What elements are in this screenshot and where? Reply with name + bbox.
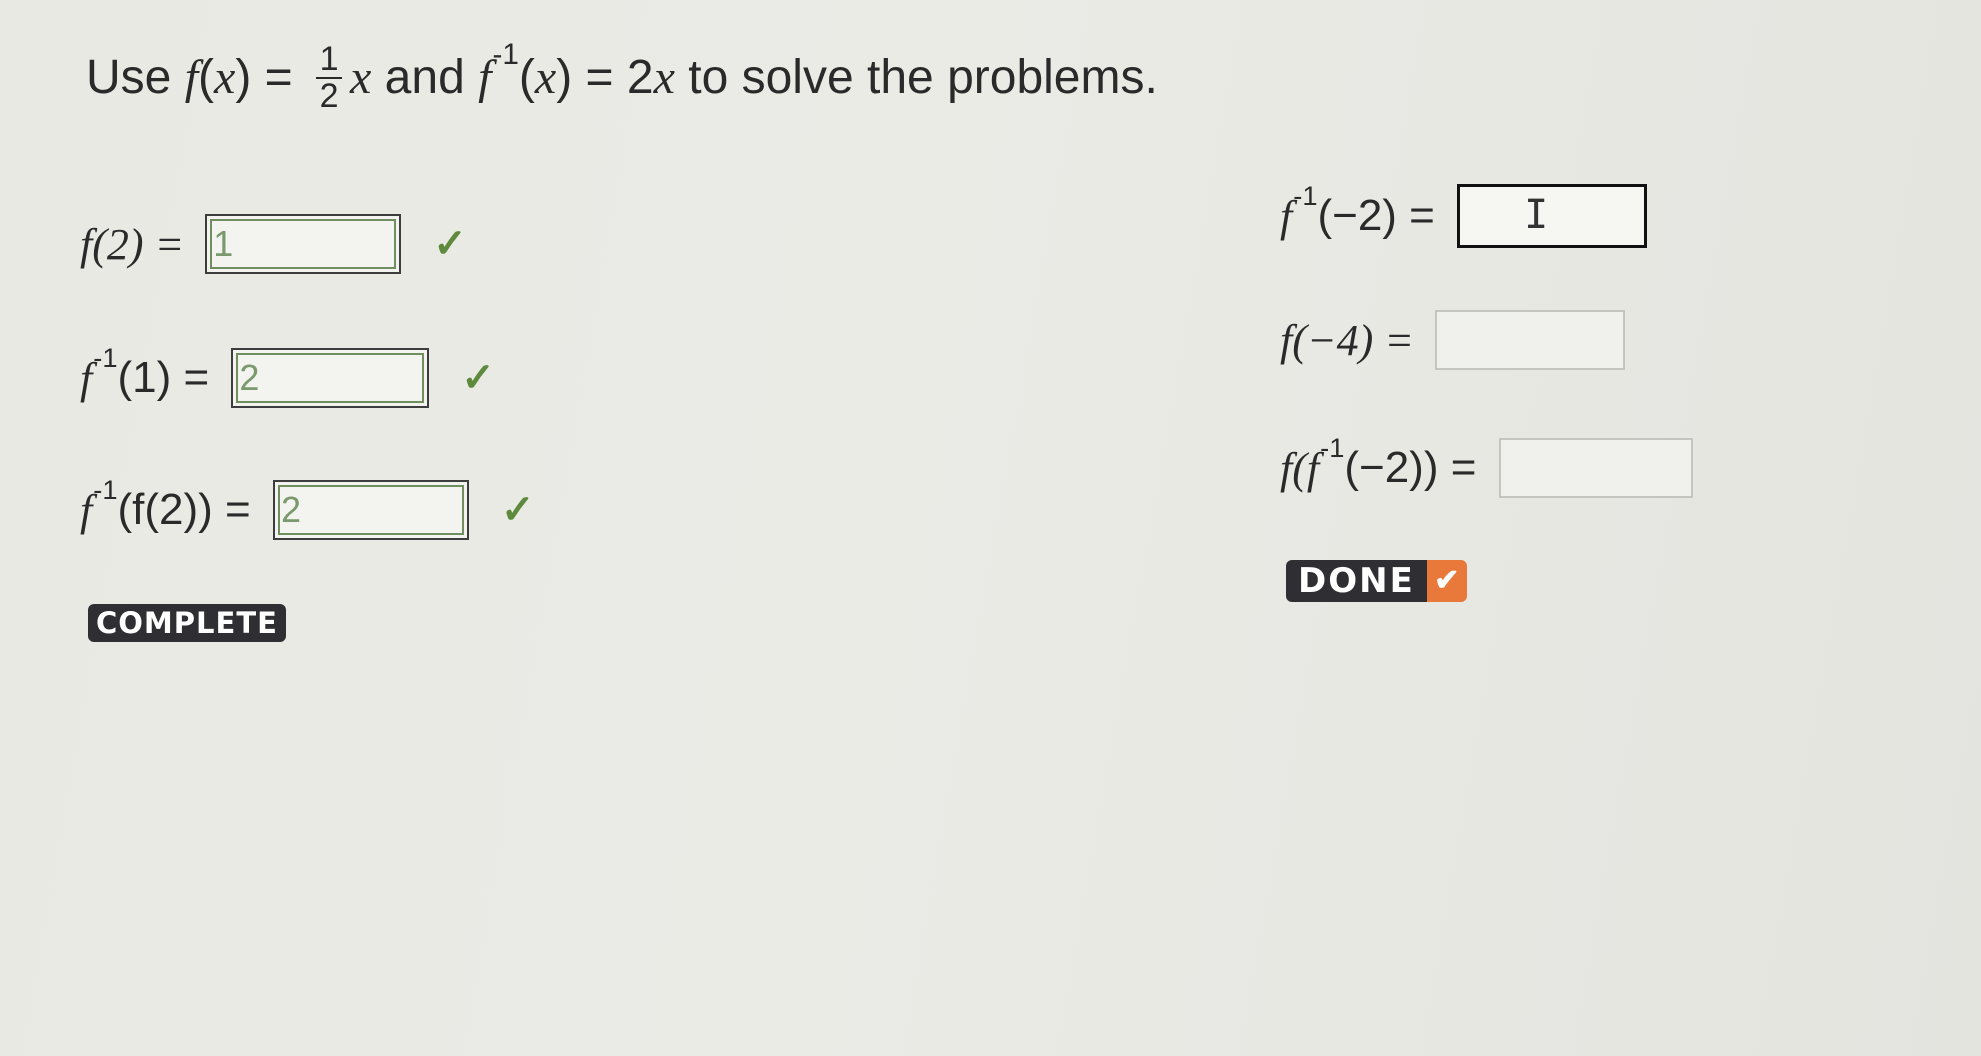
answer-input-finv-of-1[interactable]: 2 xyxy=(231,348,430,408)
instructions-rest: to solve the problems. xyxy=(674,51,1158,105)
text-cursor-icon: I xyxy=(1524,192,1549,238)
answer-value: 2 xyxy=(239,357,260,398)
f-symbol: f xyxy=(184,51,199,105)
problem-label-prefix: f(f xyxy=(1280,443,1320,493)
inverse-superscript: -1 xyxy=(1293,179,1318,211)
answer-value: 2 xyxy=(280,489,301,530)
problem-label: (1) = xyxy=(117,353,222,402)
answer-input-finv-of-f-of-2[interactable]: 2 xyxy=(272,480,469,540)
x-symbol-4: x xyxy=(653,51,675,105)
done-button[interactable]: DONE ✔ xyxy=(1286,560,1467,602)
paren-close: ) xyxy=(235,51,252,105)
problem-finv-of-neg2: f -1 (−2) = I xyxy=(1280,180,1648,248)
x-symbol-2: x xyxy=(350,51,372,105)
f-inverse-label: f xyxy=(80,485,93,535)
paren-open: ( xyxy=(198,51,215,105)
problem-f-of-neg4: f(−4) = xyxy=(1280,310,1625,370)
x-symbol-3: x xyxy=(534,51,557,105)
complete-badge: COMPLETE xyxy=(88,604,286,642)
fraction-denominator: 2 xyxy=(319,76,339,115)
fraction-numerator: 1 xyxy=(319,40,339,78)
problem-label: (−2)) = xyxy=(1344,443,1489,492)
equals-2: = xyxy=(572,51,627,105)
problem-label: (f(2)) = xyxy=(117,485,263,534)
equals: = xyxy=(251,51,307,105)
inverse-superscript: -1 xyxy=(1320,431,1345,463)
answer-input-f-of-2[interactable]: 1 xyxy=(205,214,402,274)
f-inverse-label: f xyxy=(80,353,93,403)
fraction-one-half: 1 2 xyxy=(316,40,343,115)
check-icon: ✓ xyxy=(461,356,495,400)
inverse-superscript: -1 xyxy=(93,473,118,505)
paren-close-2: ) xyxy=(556,51,573,105)
problem-label: f(2) = xyxy=(80,219,196,269)
inverse-superscript: -1 xyxy=(93,341,118,373)
f-inverse-label: f xyxy=(1280,191,1293,241)
checkmark-icon: ✔ xyxy=(1426,560,1467,602)
two-coefficient: 2 xyxy=(626,51,654,105)
problem-f-of-finv-of-neg2: f(f -1 (−2)) = xyxy=(1280,432,1693,498)
problem-f-of-2: f(2) = 1 ✓ xyxy=(80,214,467,274)
problem-label: (−2) = xyxy=(1317,191,1448,240)
paren-open-2: ( xyxy=(518,51,535,105)
check-icon: ✓ xyxy=(433,222,467,266)
problem-finv-of-1: f -1 (1) = 2 ✓ xyxy=(80,342,495,408)
instructions: Use f(x) = 1 2 x and f -1(x) = 2x to solv… xyxy=(86,38,1158,115)
problem-label: f(−4) = xyxy=(1280,315,1425,365)
problem-finv-of-f-of-2: f -1 (f(2)) = 2 ✓ xyxy=(80,474,535,540)
answer-input-f-of-finv-of-neg2[interactable] xyxy=(1498,438,1693,498)
answer-value: 1 xyxy=(213,223,234,264)
check-icon: ✓ xyxy=(500,488,535,532)
f-inverse-symbol: f xyxy=(478,51,492,105)
x-symbol: x xyxy=(214,51,236,105)
and-text: and xyxy=(371,51,479,105)
inverse-superscript: -1 xyxy=(492,38,519,72)
done-button-label: DONE xyxy=(1286,560,1427,602)
answer-input-f-of-neg4[interactable] xyxy=(1434,310,1625,370)
instructions-use: Use xyxy=(86,51,172,105)
answer-input-finv-of-neg2[interactable]: I xyxy=(1457,184,1648,248)
